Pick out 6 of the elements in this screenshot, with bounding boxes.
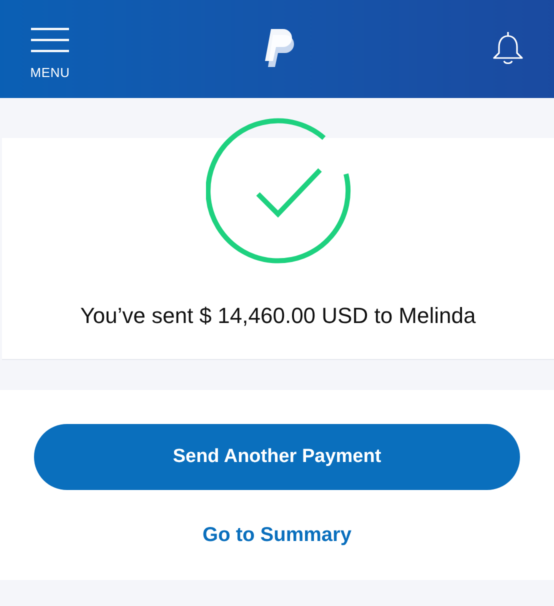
summary-link[interactable]: Go to Summary	[202, 520, 352, 550]
send-again-button[interactable]: Send Another Payment	[34, 424, 520, 490]
confirmation-message: You’ve sent $ 14,460.00 USD to Melinda	[80, 302, 476, 330]
menu-button[interactable]: MENU	[30, 15, 70, 83]
notification-bell-icon[interactable]	[492, 31, 524, 67]
menu-icon	[30, 27, 70, 54]
